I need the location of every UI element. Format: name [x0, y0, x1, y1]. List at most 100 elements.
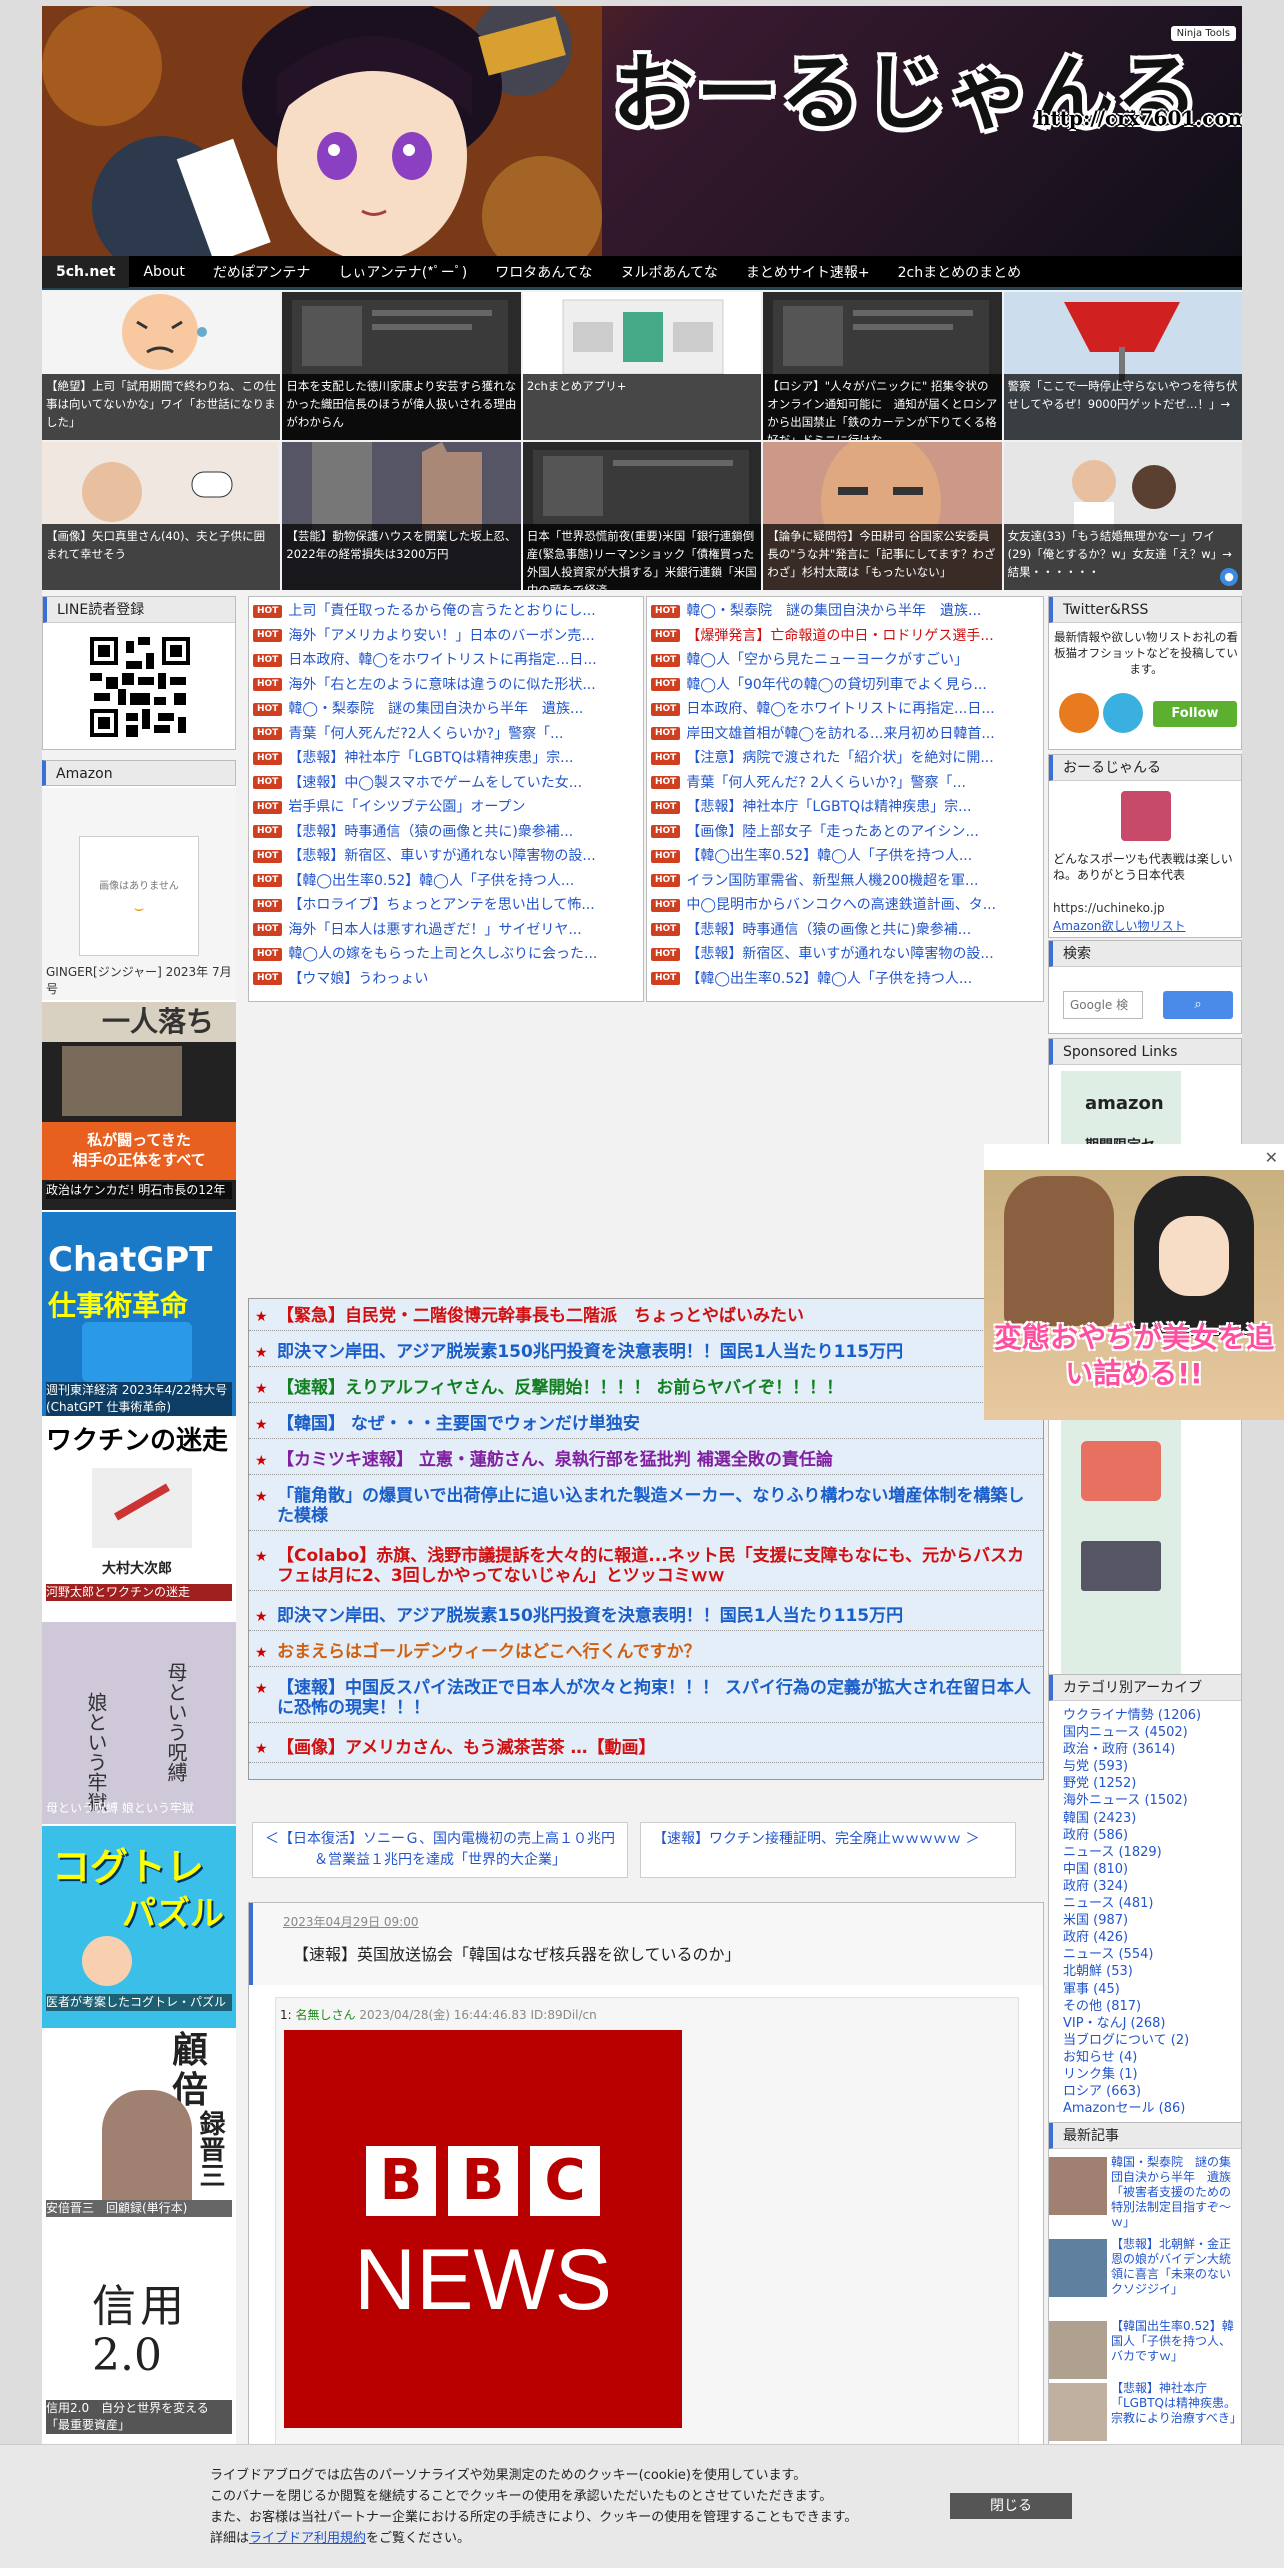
amazon-item[interactable]: 母という呪縛 娘という牢獄 母という呪縛 娘という牢獄	[42, 1622, 236, 1824]
antenna-item[interactable]: HOT 韓◯人の嫁をもらった上司と久しぶりに会った...	[253, 942, 639, 967]
category-link[interactable]: ロシア (663)	[1063, 2083, 1239, 2100]
antenna-link[interactable]: 【韓◯出生率0.52】韓◯人「子供を持つ人...	[686, 848, 972, 864]
category-link[interactable]: 当ブログについて (2)	[1063, 2032, 1239, 2049]
nav-item-shii[interactable]: しぃアンテナ(*ﾟーﾟ)	[324, 262, 481, 282]
profile-link-amazon[interactable]: Amazon欲しい物リスト	[1053, 917, 1186, 934]
search-input[interactable]	[1063, 991, 1143, 1019]
antenna-link[interactable]: 【爆弾発言】亡命報道の中日・ロドリゲス選手...	[686, 628, 993, 644]
recent-post-title[interactable]: 韓国・梨泰院 謎の集団自決から半年 遺族「被害者支援のための特別法制定目指すぞ～…	[1111, 2155, 1241, 2231]
popup-ad[interactable]: ✕ 変態おやぢが美女を追い詰める!!	[984, 1144, 1284, 1420]
thumb-card[interactable]: 【画像】矢口真里さん(40)、夫と子供に囲まれて幸せそう	[42, 442, 281, 590]
blogroll-item[interactable]: ★ 【画像】アメリカさん、もう滅茶苦茶 …【動画】	[249, 1733, 1043, 1763]
antenna-item[interactable]: HOT 【韓◯出生率0.52】韓◯人「子供を持つ人...	[651, 967, 1039, 992]
antenna-item[interactable]: HOT 【悲報】新宿区、車いすが通れない障害物の設...	[651, 942, 1039, 967]
category-link[interactable]: 政府 (324)	[1063, 1878, 1239, 1895]
blogroll-link[interactable]: 「龍角散」の爆買いで出荷停止に追い込まれた製造メーカー、なりふり構わない増産体制…	[277, 1486, 1024, 1526]
recent-post[interactable]: 韓国・梨泰院 謎の集団自決から半年 遺族「被害者支援のための特別法制定目指すぞ～…	[1049, 2153, 1243, 2231]
thumb-card[interactable]: 警察「ここで一時停止守らないやつを待ち伏せしてやるぜ！9000円ゲットだぜ…！」…	[1003, 292, 1243, 440]
antenna-item[interactable]: HOT 【悲報】新宿区、車いすが通れない障害物の設...	[253, 844, 639, 869]
antenna-link[interactable]: 韓◯・梨泰院 謎の集団自決から半年 遺族...	[686, 603, 981, 619]
line-qr-code[interactable]	[90, 637, 190, 737]
antenna-item[interactable]: HOT 海外「アメリカより安い！」日本のバーボン売...	[253, 624, 639, 649]
antenna-item[interactable]: HOT 岸田文雄首相が韓◯を訪れる...来月初め日韓首...	[651, 722, 1039, 747]
rss-feed-icon[interactable]	[1059, 693, 1099, 733]
blogroll-link[interactable]: 【速報】えりアルフィヤさん、反撃開始！！！！ お前らヤバイぞ！！！！	[277, 1378, 843, 1398]
category-link[interactable]: 政府 (586)	[1063, 1827, 1239, 1844]
antenna-item[interactable]: HOT 【ウマ娘】うわっょい	[253, 967, 639, 992]
category-link[interactable]: ニュース (481)	[1063, 1895, 1239, 1912]
antenna-link[interactable]: 上司「責任取ったるから俺の言うたとおりにし...	[288, 603, 595, 619]
nav-item-nurupo[interactable]: ヌルポあんてな	[607, 262, 732, 282]
blogroll-item[interactable]: ★ 即決マン岸田、アジア脱炭素150兆円投資を決意表明！！国民1人当たり115万円	[249, 1337, 1043, 1367]
prev-article-link[interactable]: ＜【日本復活】ソニーＧ、国内電機初の売上高１０兆円＆営業益１兆円を達成「世界的大…	[252, 1822, 628, 1878]
antenna-link[interactable]: 【悲報】神社本庁「LGBTQは精神疾患」宗...	[288, 750, 573, 766]
cookie-close-button[interactable]: 閉じる	[950, 2493, 1072, 2519]
close-icon[interactable]: ✕	[1265, 1148, 1278, 1167]
antenna-item[interactable]: HOT 【爆弾発言】亡命報道の中日・ロドリゲス選手...	[651, 624, 1039, 649]
amazon-item[interactable]: コグトレ パズル 医者が考案したコグトレ・パズル	[42, 1826, 236, 2028]
follow-button[interactable]: Follow	[1153, 701, 1237, 727]
amazon-item[interactable]: 顧倍 録晋三 安倍晋三 回顧録(単行本)	[42, 2030, 236, 2238]
blogroll-link[interactable]: 【韓国】 なぜ・・・主要国でウォンだけ単独安	[277, 1414, 640, 1434]
blogroll-item[interactable]: ★ 【韓国】 なぜ・・・主要国でウォンだけ単独安	[249, 1409, 1043, 1439]
antenna-link[interactable]: 海外「アメリカより安い！」日本のバーボン売...	[288, 628, 594, 644]
next-article-link[interactable]: 【速報】ワクチン接種証明、完全廃止ｗｗｗｗｗ ＞	[640, 1822, 1016, 1878]
category-link[interactable]: 政府 (426)	[1063, 1929, 1239, 1946]
antenna-link[interactable]: 岸田文雄首相が韓◯を訪れる...来月初め日韓首...	[686, 726, 994, 742]
blogroll-link[interactable]: 【画像】アメリカさん、もう滅茶苦茶 …【動画】	[277, 1738, 656, 1758]
thumb-card[interactable]: 2chまとめアプリ+	[522, 292, 762, 440]
blogroll-item[interactable]: ★ おまえらはゴールデンウィークはどこへ行くんですか？	[249, 1637, 1043, 1667]
search-button[interactable]: ⌕	[1163, 991, 1233, 1019]
article-title[interactable]: 【速報】英国放送協会「韓国はなぜ核兵器を欲しているのか」	[293, 1941, 741, 1965]
antenna-link[interactable]: 青葉「何人死んだ?2人くらいか?」警察「...	[288, 726, 563, 742]
amazon-item[interactable]: 画像はありません ⌣ GINGER[ジンジャー] 2023年 7月号	[42, 788, 236, 1000]
antenna-link[interactable]: 韓◯人「90年代の韓◯の貸切列車でよく見ら...	[686, 677, 987, 693]
amazon-item[interactable]: ワクチンの迷走 大村大次郎 河野太郎とワクチンの迷走	[42, 1418, 236, 1620]
nav-item-about[interactable]: About	[129, 264, 198, 280]
antenna-item[interactable]: HOT 韓◯人「空から見たニューヨークがすごい」	[651, 648, 1039, 673]
antenna-link[interactable]: 【注意】病院で渡された「紹介状」を絶対に開...	[686, 750, 993, 766]
category-link[interactable]: 中国 (810)	[1063, 1861, 1239, 1878]
category-link[interactable]: VIP・なんJ (268)	[1063, 2015, 1239, 2032]
antenna-item[interactable]: HOT 日本政府、韓◯をホワイトリストに再指定...日...	[253, 648, 639, 673]
blogroll-item[interactable]: ★ 「龍角散」の爆買いで出荷停止に追い込まれた製造メーカー、なりふり構わない増産体…	[249, 1481, 1043, 1531]
antenna-item[interactable]: HOT 【悲報】時事通信（猿の画像と共に)衆参補...	[651, 918, 1039, 943]
profile-link-site[interactable]: https://uchineko.jp	[1053, 901, 1165, 915]
antenna-item[interactable]: HOT 【韓◯出生率0.52】韓◯人「子供を持つ人...	[253, 869, 639, 894]
antenna-link[interactable]: 海外「日本人は悪すれ過ぎだ！」サイゼリヤ...	[288, 922, 581, 938]
antenna-link[interactable]: 【悲報】時事通信（猿の画像と共に)衆参補...	[686, 922, 971, 938]
antenna-link[interactable]: 【ウマ娘】うわっょい	[288, 971, 428, 987]
rss-icon[interactable]: ●	[1220, 568, 1239, 586]
nav-item-warota[interactable]: ワロタあんてな	[481, 262, 606, 282]
antenna-item[interactable]: HOT 【速報】中◯製スマホでゲームをしていた女...	[253, 771, 639, 796]
blogroll-item[interactable]: ★ 【Colabo】赤旗、浅野市議提訴を大々的に報道...ネット民「支援に支障もな…	[249, 1541, 1043, 1591]
antenna-link[interactable]: 【速報】中◯製スマホでゲームをしていた女...	[288, 775, 582, 791]
amazon-item[interactable]: 一人落ちる 私が闘ってきた相手の正体をすべて 政治はケンカだ! 明石市長の12年	[42, 1002, 236, 1210]
blogroll-item[interactable]: ★ 【カミツキ速報】 立憲・蓮舫さん、泉執行部を猛批判 補選全敗の責任論	[249, 1445, 1043, 1475]
category-link[interactable]: 海外ニュース (1502)	[1063, 1792, 1239, 1809]
blogroll-item[interactable]: ★ 【速報】えりアルフィヤさん、反撃開始！！！！ お前らヤバイぞ！！！！	[249, 1373, 1043, 1403]
nav-item-2ch-matome[interactable]: 2chまとめのまとめ	[884, 262, 1035, 282]
antenna-link[interactable]: 日本政府、韓◯をホワイトリストに再指定...日...	[288, 652, 596, 668]
twitter-icon[interactable]	[1103, 693, 1143, 733]
category-link[interactable]: ウクライナ情勢 (1206)	[1063, 1707, 1239, 1724]
thumb-card[interactable]: 【論争に疑問符】今田耕司 谷国家公安委員長の"うな丼"発言に「記事にしてます？わ…	[763, 442, 1002, 590]
category-link[interactable]: ニュース (554)	[1063, 1946, 1239, 1963]
antenna-item[interactable]: HOT 【注意】病院で渡された「紹介状」を絶対に開...	[651, 746, 1039, 771]
blogroll-item[interactable]: ★ 【速報】中国反スパイ法改正で日本人が次々と拘束！！！ スパイ行為の定義が拡大さ…	[249, 1673, 1043, 1723]
antenna-item[interactable]: HOT 青葉「何人死んだ? 2人くらいか?」警察「...	[651, 771, 1039, 796]
antenna-item[interactable]: HOT 日本政府、韓◯をホワイトリストに再指定...日...	[651, 697, 1039, 722]
category-link[interactable]: 北朝鮮 (53)	[1063, 1963, 1239, 1980]
antenna-link[interactable]: 【悲報】神社本庁「LGBTQは精神疾患」宗...	[686, 799, 971, 815]
antenna-item[interactable]: HOT 【悲報】時事通信（猿の画像と共に)衆参補...	[253, 820, 639, 845]
antenna-link[interactable]: 日本政府、韓◯をホワイトリストに再指定...日...	[686, 701, 994, 717]
category-link[interactable]: その他 (817)	[1063, 1998, 1239, 2015]
nav-item-matome-sokuho[interactable]: まとめサイト速報+	[732, 262, 884, 282]
blogroll-link[interactable]: 【カミツキ速報】 立憲・蓮舫さん、泉執行部を猛批判 補選全敗の責任論	[277, 1450, 833, 1470]
category-link[interactable]: Amazonセール (86)	[1063, 2100, 1239, 2117]
blogroll-link[interactable]: 【速報】中国反スパイ法改正で日本人が次々と拘束！！！ スパイ行為の定義が拡大され…	[277, 1678, 1031, 1718]
antenna-link[interactable]: 韓◯人「空から見たニューヨークがすごい」	[686, 652, 968, 668]
antenna-link[interactable]: 岩手県に「イシツブテ公園」オープン	[288, 799, 525, 815]
blogroll-item[interactable]: ★ 【緊急】自民党・二階俊博元幹事長も二階派 ちょっとやばいみたい	[249, 1301, 1043, 1331]
blogroll-link[interactable]: おまえらはゴールデンウィークはどこへ行くんですか？	[277, 1642, 701, 1662]
